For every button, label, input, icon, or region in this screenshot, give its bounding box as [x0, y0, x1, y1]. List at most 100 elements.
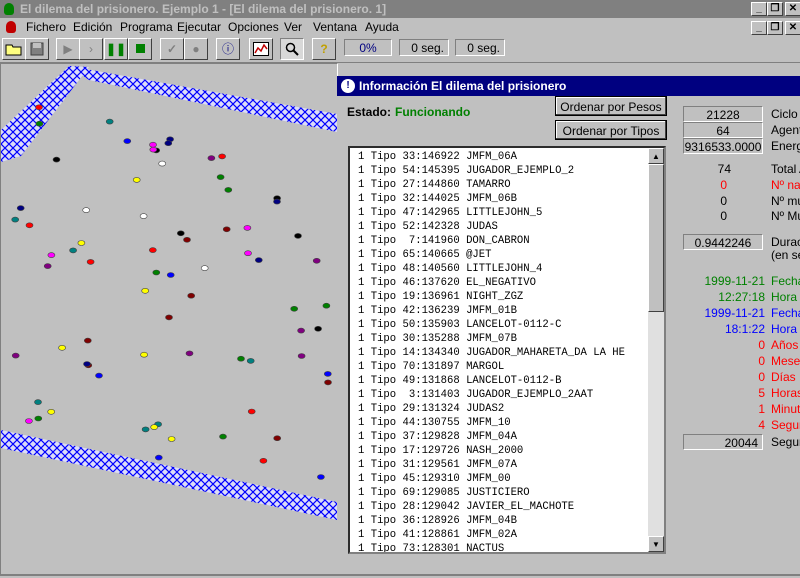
- child-restore-button[interactable]: ❐: [767, 21, 783, 35]
- list-item[interactable]: 1 Tipo 37:129828 JMFM_04A: [358, 430, 517, 444]
- agent: [317, 474, 325, 480]
- fecha-inicio-label: Fecha: [771, 274, 800, 288]
- anos-value: 0: [758, 338, 765, 352]
- list-item[interactable]: 1 Tipo 46:137620 EL_NEGATIVO: [358, 276, 536, 290]
- play-icon[interactable]: ▶: [56, 38, 80, 60]
- list-item[interactable]: 1 Tipo 65:140665 @JET: [358, 248, 492, 262]
- list-item[interactable]: 1 Tipo 7:141960 DON_CABRON: [358, 234, 530, 248]
- agent: [222, 226, 231, 233]
- agent: [83, 361, 91, 367]
- agent: [273, 435, 282, 442]
- list-item[interactable]: 1 Tipo 44:130755 JMFM_10: [358, 416, 511, 430]
- zoom-magnifier-icon[interactable]: [280, 38, 304, 60]
- list-item[interactable]: 1 Tipo 30:135288 JMFM_07B: [358, 332, 517, 346]
- sort-by-weight-button[interactable]: Ordenar por Pesos: [555, 96, 667, 116]
- list-item[interactable]: 1 Tipo 19:136961 NIGHT_ZGZ: [358, 290, 523, 304]
- agent: [152, 269, 161, 276]
- fecha-fin-label: Fecha: [771, 306, 800, 320]
- agent: [140, 351, 148, 358]
- list-item[interactable]: 1 Tipo 17:129726 NASH_2000: [358, 444, 523, 458]
- list-item[interactable]: 1 Tipo 47:142965 LITTLEJOHN_5: [358, 206, 542, 220]
- agent: [25, 418, 33, 424]
- elapsed-time-field: 0 seg.: [399, 39, 449, 56]
- menu-edicion[interactable]: Edición: [73, 20, 112, 34]
- list-item[interactable]: 1 Tipo 27:144860 TAMARRO: [358, 178, 511, 192]
- remaining-time-field: 0 seg.: [455, 39, 505, 56]
- agent: [166, 272, 175, 278]
- list-item[interactable]: 1 Tipo 52:142328 JUDAS: [358, 220, 498, 234]
- minimize-button[interactable]: _: [751, 2, 767, 16]
- chart-icon[interactable]: [249, 38, 273, 60]
- menu-bar: Fichero Edición Programa Ejecutar Opcion…: [0, 18, 800, 36]
- sort-by-type-button[interactable]: Ordenar por Tipos: [555, 120, 667, 140]
- list-item[interactable]: 1 Tipo 45:129310 JMFM_00: [358, 472, 511, 486]
- scroll-up-icon[interactable]: ▲: [648, 148, 664, 164]
- list-item[interactable]: 1 Tipo 50:135903 LANCELOT-0112-C: [358, 318, 561, 332]
- simulation-arena[interactable]: [0, 63, 338, 576]
- close-button[interactable]: ✕: [785, 2, 800, 16]
- agent: [237, 355, 245, 362]
- maximize-button[interactable]: ❐: [767, 2, 783, 16]
- agent-bug-icon[interactable]: ●: [184, 38, 208, 60]
- menu-ayuda[interactable]: Ayuda: [365, 20, 399, 34]
- list-item[interactable]: 1 Tipo 49:131868 LANCELOT-0112-B: [358, 374, 561, 388]
- menu-ejecutar[interactable]: Ejecutar: [177, 20, 221, 34]
- save-disk-icon[interactable]: [25, 38, 49, 60]
- list-item[interactable]: 1 Tipo 33:146922 JMFM_06A: [358, 150, 517, 164]
- muertos-label: Nº mu: [771, 194, 800, 208]
- menu-ventana[interactable]: Ventana: [313, 20, 357, 34]
- list-item[interactable]: 1 Tipo 14:134340 JUGADOR_MAHARETA_DA LA …: [358, 346, 625, 360]
- list-item[interactable]: 1 Tipo 3:131403 JUGADOR_EJEMPLO_2AAT: [358, 388, 593, 402]
- menu-fichero[interactable]: Fichero: [26, 20, 66, 34]
- menu-programa[interactable]: Programa: [120, 20, 173, 34]
- scroll-thumb[interactable]: [648, 164, 664, 312]
- list-item[interactable]: 1 Tipo 54:145395 JUGADOR_EJEMPLO_2: [358, 164, 574, 178]
- list-item[interactable]: 1 Tipo 69:129085 JUSTICIERO: [358, 486, 530, 500]
- agent: [183, 237, 191, 243]
- agent: [244, 250, 252, 256]
- hora-fin-value: 18:1:22: [724, 322, 765, 336]
- agent: [177, 230, 185, 237]
- agent: [86, 259, 95, 265]
- meses-label: Meses: [771, 354, 800, 368]
- duracion-label: Durac: [771, 235, 800, 249]
- info-icon[interactable]: ⓘ: [216, 38, 240, 60]
- list-item[interactable]: 1 Tipo 48:140560 LITTLEJOHN_4: [358, 262, 542, 276]
- ranking-list[interactable]: 1 Tipo 33:146922 JMFM_06A 1 Tipo 54:14539…: [348, 146, 666, 554]
- list-item[interactable]: 1 Tipo 28:129042 JAVIER_EL_MACHOTE: [358, 500, 574, 514]
- child-close-button[interactable]: ✕: [785, 21, 800, 35]
- total-value: 74: [717, 162, 731, 176]
- stop-icon[interactable]: [128, 38, 152, 60]
- agent: [323, 371, 332, 377]
- list-item[interactable]: 1 Tipo 36:128926 JMFM_04B: [358, 514, 517, 528]
- menu-opciones[interactable]: Opciones: [228, 20, 279, 34]
- open-folder-icon[interactable]: [2, 38, 26, 60]
- agent: [165, 314, 173, 321]
- help-question-icon[interactable]: ?: [312, 38, 336, 60]
- agent: [290, 306, 299, 312]
- list-item[interactable]: 1 Tipo 29:131324 JUDAS2: [358, 402, 504, 416]
- scroll-down-icon[interactable]: ▼: [648, 536, 664, 552]
- segundos-total-label: Segur: [771, 435, 800, 449]
- agent: [105, 118, 114, 125]
- list-item[interactable]: 1 Tipo 42:136239 JMFM_01B: [358, 304, 517, 318]
- agent: [187, 292, 195, 299]
- pause-icon[interactable]: ❚❚: [104, 38, 128, 60]
- list-item[interactable]: 1 Tipo 32:144025 JMFM_06B: [358, 192, 517, 206]
- agent: [149, 141, 157, 148]
- muertos-value: 0: [720, 194, 727, 208]
- agent: [95, 372, 103, 379]
- check-icon[interactable]: ✓: [160, 38, 184, 60]
- list-scrollbar[interactable]: ▲ ▼: [648, 148, 664, 552]
- list-item[interactable]: 1 Tipo 73:128301 NACTUS: [358, 542, 504, 552]
- step-icon[interactable]: ›: [79, 38, 103, 60]
- agent: [141, 288, 149, 294]
- list-item[interactable]: 1 Tipo 31:129561 JMFM_07A: [358, 458, 517, 472]
- energia-field: 9316533.0000: [683, 138, 763, 154]
- agent: [312, 258, 321, 264]
- menu-ver[interactable]: Ver: [284, 20, 302, 34]
- agent: [158, 160, 166, 167]
- list-item[interactable]: 1 Tipo 70:131897 MARGOL: [358, 360, 504, 374]
- child-minimize-button[interactable]: _: [751, 21, 767, 35]
- list-item[interactable]: 1 Tipo 41:128861 JMFM_02A: [358, 528, 517, 542]
